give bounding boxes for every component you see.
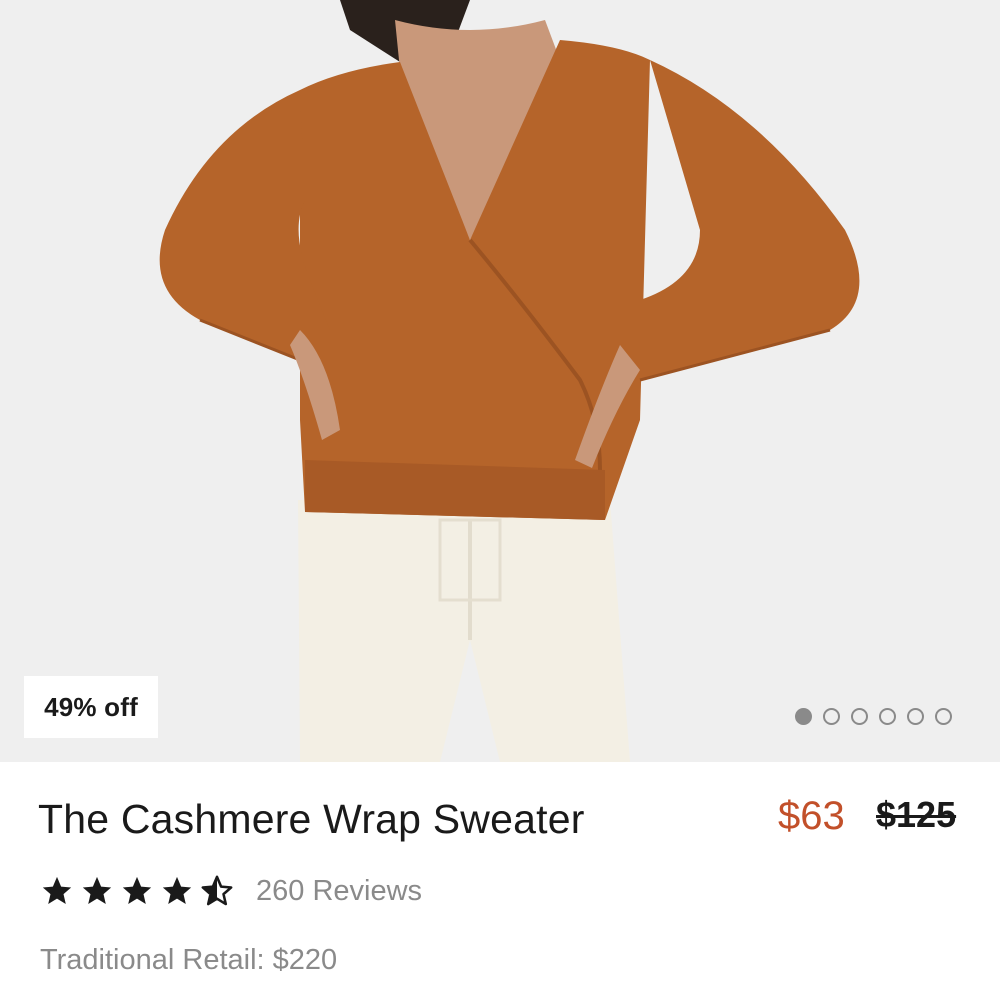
reviews-link[interactable]: 260 Reviews [256, 875, 422, 908]
traditional-retail-price: Traditional Retail: $220 [40, 944, 338, 976]
product-photo [0, 0, 1000, 762]
star-icon [122, 876, 152, 905]
star-icon [82, 876, 112, 905]
star-rating [40, 874, 234, 908]
gallery-dot-5[interactable] [907, 708, 924, 725]
sale-price: $63 [778, 794, 845, 838]
product-image-gallery[interactable]: 49% off [0, 0, 1000, 762]
product-title[interactable]: The Cashmere Wrap Sweater [38, 796, 585, 843]
gallery-dot-2[interactable] [823, 708, 840, 725]
product-info: The Cashmere Wrap Sweater $63 $125 260 R… [0, 762, 1000, 1000]
discount-badge: 49% off [24, 676, 158, 738]
gallery-dot-4[interactable] [879, 708, 896, 725]
star-icon [42, 876, 72, 905]
gallery-dot-1[interactable] [795, 708, 812, 725]
rating-row[interactable]: 260 Reviews [40, 874, 422, 908]
original-price: $125 [876, 794, 957, 835]
half-star-icon [201, 875, 233, 906]
gallery-dot-3[interactable] [851, 708, 868, 725]
gallery-dot-6[interactable] [935, 708, 952, 725]
star-icon [162, 876, 192, 905]
gallery-pagination[interactable] [795, 708, 952, 725]
